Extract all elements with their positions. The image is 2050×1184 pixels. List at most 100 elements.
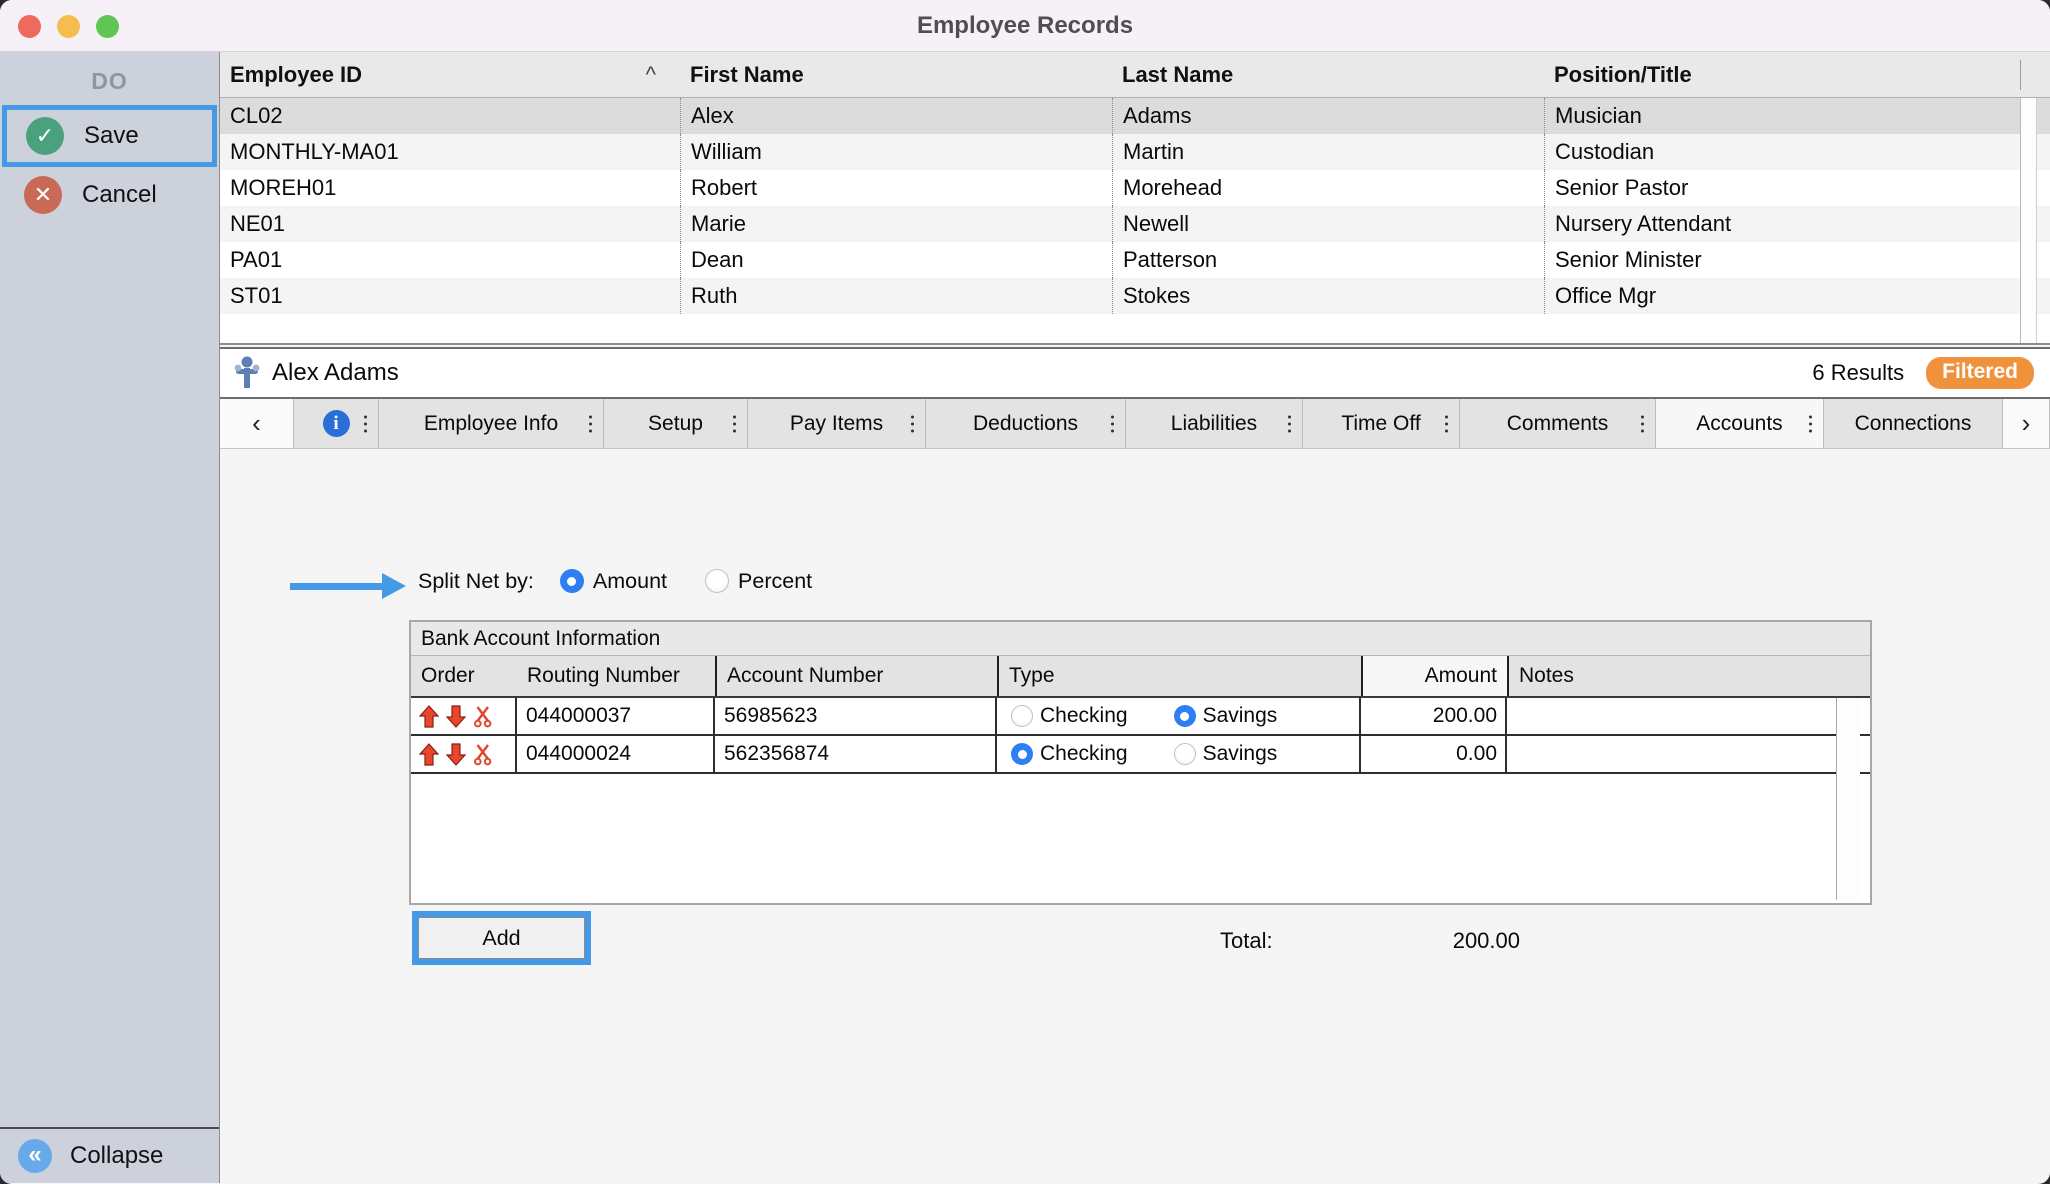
tab-comments[interactable]: Comments <box>1460 399 1656 448</box>
tab-accounts[interactable]: Accounts <box>1656 399 1824 448</box>
column-header-amount[interactable]: Amount <box>1361 656 1507 696</box>
table-row[interactable]: MOREH01 Robert Morehead Senior Pastor <box>220 170 2050 206</box>
bank-table-header: Order Routing Number Account Number Type… <box>411 656 1870 698</box>
total-row: Total: 200.00 <box>1220 928 1520 954</box>
table-row[interactable]: NE01 Marie Newell Nursery Attendant <box>220 206 2050 242</box>
vertical-scrollbar-track[interactable] <box>2020 98 2037 343</box>
amount-field[interactable]: 200.00 <box>1361 698 1507 734</box>
notes-field[interactable] <box>1507 698 1846 734</box>
radio-checking[interactable] <box>1011 743 1033 765</box>
save-highlight-annotation: ✓ Save <box>2 105 217 167</box>
radio-savings[interactable] <box>1174 743 1196 765</box>
app-window: Employee Records DO ✓ Save ✕ Cancel « Co… <box>0 0 2050 1184</box>
radio-checking[interactable] <box>1011 705 1033 727</box>
move-down-button[interactable] <box>444 741 468 767</box>
move-down-button[interactable] <box>444 703 468 729</box>
routing-number-field[interactable]: 044000037 <box>517 698 715 734</box>
table-row[interactable]: MONTHLY-MA01 William Martin Custodian <box>220 134 2050 170</box>
delete-row-button[interactable] <box>471 703 495 729</box>
split-net-control: Split Net by: Amount Percent <box>418 564 812 598</box>
tab-options-icon[interactable] <box>1111 415 1114 432</box>
delete-row-button[interactable] <box>471 741 495 767</box>
minimize-window-button[interactable] <box>57 15 80 38</box>
down-arrow-icon <box>446 705 466 728</box>
account-number-field[interactable]: 562356874 <box>715 736 997 772</box>
radio-amount-label: Amount <box>593 569 667 594</box>
cancel-button-label: Cancel <box>82 181 157 209</box>
column-header-employee-id[interactable]: Employee ID ^ <box>220 52 680 97</box>
scissors-icon <box>473 743 493 766</box>
table-row[interactable]: ST01 Ruth Stokes Office Mgr <box>220 278 2050 314</box>
tab-scroll-right-button[interactable]: › <box>2003 399 2050 448</box>
tab-options-icon[interactable] <box>1288 415 1291 432</box>
tab-options-icon[interactable] <box>364 415 367 432</box>
radio-percent[interactable] <box>705 569 729 593</box>
close-window-button[interactable] <box>18 15 41 38</box>
amount-field[interactable]: 0.00 <box>1361 736 1507 772</box>
tab-options-icon[interactable] <box>1809 415 1812 432</box>
table-row[interactable]: CL02 Alex Adams Musician <box>220 98 2050 134</box>
cross-icon: ✕ <box>24 176 62 214</box>
employee-person-icon <box>234 356 260 390</box>
total-value: 200.00 <box>1300 928 1520 954</box>
column-header-order: Order <box>411 656 517 696</box>
tab-options-icon[interactable] <box>911 415 914 432</box>
up-arrow-icon <box>419 705 439 728</box>
save-button[interactable]: ✓ Save <box>7 110 212 162</box>
sidebar: DO ✓ Save ✕ Cancel « Collapse <box>0 52 220 1183</box>
title-bar: Employee Records <box>0 0 2050 52</box>
chevron-left-icon: ‹ <box>252 408 261 439</box>
collapse-button-label: Collapse <box>70 1142 163 1170</box>
radio-savings[interactable] <box>1174 705 1196 727</box>
total-label: Total: <box>1220 928 1300 954</box>
bank-panel-title: Bank Account Information <box>411 622 1870 656</box>
tab-options-icon[interactable] <box>733 415 736 432</box>
column-header-type: Type <box>997 656 1361 696</box>
vertical-scrollbar-track[interactable] <box>1836 698 1860 900</box>
account-number-field[interactable]: 56985623 <box>715 698 997 734</box>
move-up-button[interactable] <box>417 741 441 767</box>
down-arrow-icon <box>446 743 466 766</box>
notes-field[interactable] <box>1507 736 1846 772</box>
tab-info[interactable]: i <box>294 399 379 448</box>
record-name: Alex Adams <box>272 359 399 387</box>
tab-options-icon[interactable] <box>1641 415 1644 432</box>
add-button[interactable]: Add <box>418 917 585 959</box>
tab-deductions[interactable]: Deductions <box>926 399 1126 448</box>
filtered-badge[interactable]: Filtered <box>1926 357 2034 389</box>
cancel-button[interactable]: ✕ Cancel <box>0 167 219 223</box>
selected-record-bar: Alex Adams 6 Results Filtered <box>220 347 2050 399</box>
tab-options-icon[interactable] <box>589 415 592 432</box>
employee-table: Employee ID ^ First Name Last Name Posit… <box>220 52 2050 345</box>
radio-amount[interactable] <box>560 569 584 593</box>
tab-time-off[interactable]: Time Off <box>1303 399 1460 448</box>
main-area: Employee ID ^ First Name Last Name Posit… <box>220 52 2050 1183</box>
tab-connections[interactable]: Connections <box>1824 399 2003 448</box>
tab-setup[interactable]: Setup <box>604 399 748 448</box>
add-highlight-annotation: Add <box>412 911 591 965</box>
tab-liabilities[interactable]: Liabilities <box>1126 399 1303 448</box>
info-icon: i <box>323 410 350 437</box>
routing-number-field[interactable]: 044000024 <box>517 736 715 772</box>
tab-bar: ‹ i Employee Info Setup Pay Items <box>220 399 2050 449</box>
tab-scroll-left-button[interactable]: ‹ <box>220 399 294 448</box>
column-header-account: Account Number <box>715 656 997 696</box>
column-header-position-title[interactable]: Position/Title <box>1544 52 2050 97</box>
split-net-label: Split Net by: <box>418 569 534 594</box>
bank-account-row: 044000024 562356874 Checking Savings 0.0… <box>411 736 1870 774</box>
column-header-first-name[interactable]: First Name <box>680 52 1112 97</box>
scrollbar-divider <box>2020 60 2021 90</box>
zoom-window-button[interactable] <box>96 15 119 38</box>
sidebar-section-header: DO <box>0 52 219 105</box>
tab-pay-items[interactable]: Pay Items <box>748 399 926 448</box>
column-header-last-name[interactable]: Last Name <box>1112 52 1544 97</box>
collapse-button[interactable]: « Collapse <box>0 1127 219 1183</box>
tab-employee-info[interactable]: Employee Info <box>379 399 604 448</box>
save-button-label: Save <box>84 122 139 150</box>
table-row[interactable]: PA01 Dean Patterson Senior Minister <box>220 242 2050 278</box>
tab-options-icon[interactable] <box>1445 415 1448 432</box>
column-header-routing: Routing Number <box>517 656 715 696</box>
check-icon: ✓ <box>26 117 64 155</box>
window-title: Employee Records <box>917 12 1133 40</box>
move-up-button[interactable] <box>417 703 441 729</box>
